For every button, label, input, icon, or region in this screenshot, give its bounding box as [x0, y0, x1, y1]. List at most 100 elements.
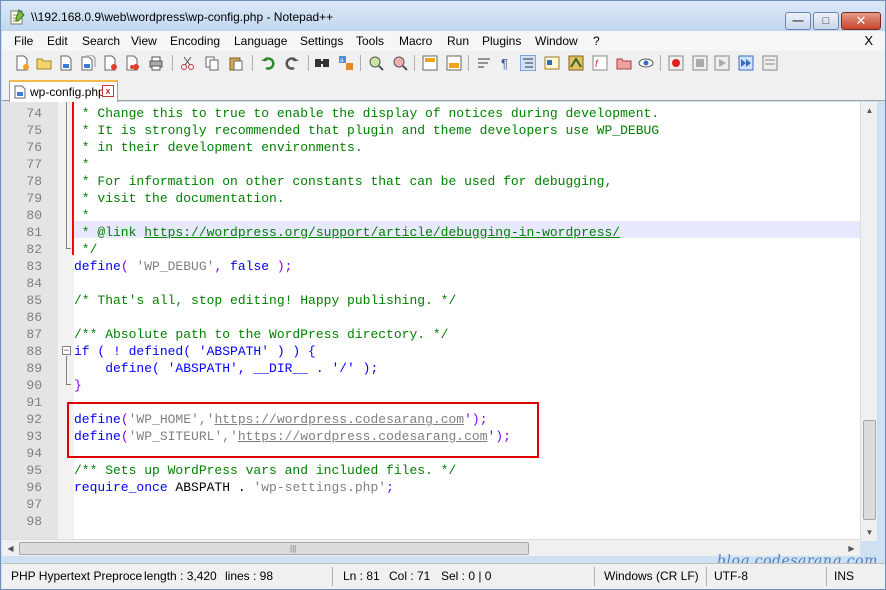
monitoring-icon[interactable] — [638, 55, 654, 71]
menu-file[interactable]: File — [14, 34, 33, 48]
print-icon[interactable] — [148, 55, 164, 71]
scroll-left-icon[interactable]: ◀ — [2, 540, 19, 557]
user-defined-language-icon[interactable] — [544, 55, 560, 71]
tab-bar: wp-config.php x — [2, 75, 885, 102]
show-all-chars-icon[interactable]: ¶ — [498, 55, 514, 71]
menu-bar: File Edit Search View Encoding Language … — [2, 31, 885, 51]
status-length: length : 3,420 — [144, 569, 217, 583]
code-line: 87 /** Absolute path to the WordPress di… — [2, 326, 788, 343]
open-file-icon[interactable] — [36, 55, 52, 71]
stop-record-icon[interactable] — [692, 55, 708, 71]
menu-encoding[interactable]: Encoding — [170, 34, 220, 48]
status-col: Col : 71 — [389, 569, 431, 583]
maximize-button[interactable]: □ — [813, 12, 839, 30]
code-line: 84 — [2, 275, 788, 292]
code-line: 82 */ — [2, 241, 788, 258]
line-number: 74 — [26, 106, 42, 121]
docs-link[interactable]: https://wordpress.org/support/article/de… — [144, 225, 620, 240]
code-line: 90 } — [2, 377, 788, 394]
close-file-icon[interactable] — [102, 55, 118, 71]
record-macro-icon[interactable] — [668, 55, 684, 71]
close-all-icon[interactable] — [124, 55, 140, 71]
minimize-button[interactable]: — — [785, 12, 811, 30]
menu-search[interactable]: Search — [82, 34, 120, 48]
line-number: 80 — [26, 208, 42, 223]
line-number: 81 — [26, 225, 42, 240]
code-line: 97 — [2, 496, 788, 513]
status-lines: lines : 98 — [225, 569, 274, 583]
menu-plugins[interactable]: Plugins — [482, 34, 521, 48]
cut-icon[interactable] — [180, 55, 196, 71]
menu-tools[interactable]: Tools — [356, 34, 384, 48]
line-number: 90 — [26, 378, 42, 393]
keyword: define — [74, 259, 121, 274]
line-number: 86 — [26, 310, 42, 325]
menu-view[interactable]: View — [131, 34, 157, 48]
tab-close-icon[interactable]: x — [102, 85, 114, 97]
menu-language[interactable]: Language — [234, 34, 287, 48]
save-all-icon[interactable] — [80, 55, 96, 71]
highlight-annotation-box — [67, 402, 539, 458]
new-file-icon[interactable] — [14, 55, 30, 71]
code-line: 86 — [2, 309, 788, 326]
play-macro-icon[interactable] — [714, 55, 730, 71]
code-line: 80 * — [2, 207, 788, 224]
paste-icon[interactable] — [228, 55, 244, 71]
menu-window[interactable]: Window — [535, 34, 578, 48]
find-icon[interactable] — [314, 55, 330, 71]
code-text: require_once ABSPATH . 'wp-settings.php'… — [74, 479, 394, 496]
svg-text:¶: ¶ — [501, 56, 508, 71]
menu-help[interactable]: ? — [593, 34, 600, 48]
status-encoding: UTF-8 — [714, 569, 748, 583]
toolbar-separator — [308, 55, 309, 71]
save-macro-icon[interactable] — [762, 55, 778, 71]
scroll-up-icon[interactable]: ▲ — [861, 102, 878, 119]
sync-vertical-icon[interactable] — [422, 55, 438, 71]
close-window-button[interactable]: ✕ — [841, 12, 881, 30]
code-text: * Change this to true to enable the disp… — [74, 106, 660, 121]
menu-macro[interactable]: Macro — [399, 34, 432, 48]
close-document-button[interactable]: X — [864, 33, 873, 48]
code-editor[interactable]: − 74 * Change this to true to enable the… — [2, 102, 860, 541]
vertical-scroll-thumb[interactable] — [863, 420, 876, 520]
undo-icon[interactable] — [260, 55, 276, 71]
code-line-current: 81 * @link https://wordpress.org/support… — [2, 224, 788, 241]
sync-horizontal-icon[interactable] — [446, 55, 462, 71]
code-text: /** Sets up WordPress vars and included … — [74, 463, 457, 478]
code-line: 83 define( 'WP_DEBUG', false ); — [2, 258, 788, 275]
line-number: 75 — [26, 123, 42, 138]
code-line: 76 * in their development environments. — [2, 139, 788, 156]
indent-guide-icon[interactable] — [520, 55, 536, 71]
line-number: 79 — [26, 191, 42, 206]
keyword: false — [230, 259, 270, 274]
status-sel: Sel : 0 | 0 — [441, 569, 492, 583]
save-icon[interactable] — [58, 55, 74, 71]
function-list-icon[interactable]: f — [592, 55, 608, 71]
copy-icon[interactable] — [204, 55, 220, 71]
word-wrap-icon[interactable] — [476, 55, 492, 71]
code-text: * — [74, 208, 90, 223]
redo-icon[interactable] — [284, 55, 300, 71]
close-icon: ✕ — [855, 13, 867, 28]
menu-settings[interactable]: Settings — [300, 34, 343, 48]
code-line: 78 * For information on other constants … — [2, 173, 788, 190]
line-number: 83 — [26, 259, 42, 274]
status-insert-mode: INS — [834, 569, 855, 583]
menu-run[interactable]: Run — [447, 34, 469, 48]
line-number: 92 — [26, 412, 42, 427]
scroll-down-icon[interactable]: ▼ — [861, 524, 878, 541]
vertical-scrollbar[interactable]: ▲ ▼ — [860, 102, 877, 541]
folder-as-workspace-icon[interactable] — [616, 55, 632, 71]
line-number: 84 — [26, 276, 42, 291]
horizontal-scroll-thumb[interactable]: ||| — [19, 542, 529, 555]
zoom-out-icon[interactable] — [392, 55, 408, 71]
replace-icon[interactable]: a — [338, 55, 354, 71]
zoom-in-icon[interactable] — [368, 55, 384, 71]
toolbar-separator — [252, 55, 253, 71]
run-macro-multiple-icon[interactable] — [738, 55, 754, 71]
menu-edit[interactable]: Edit — [47, 34, 68, 48]
tab-wp-config[interactable]: wp-config.php x — [9, 80, 118, 102]
grip-icon: ||| — [290, 544, 297, 553]
status-separator — [332, 567, 333, 586]
document-map-icon[interactable] — [568, 55, 584, 71]
